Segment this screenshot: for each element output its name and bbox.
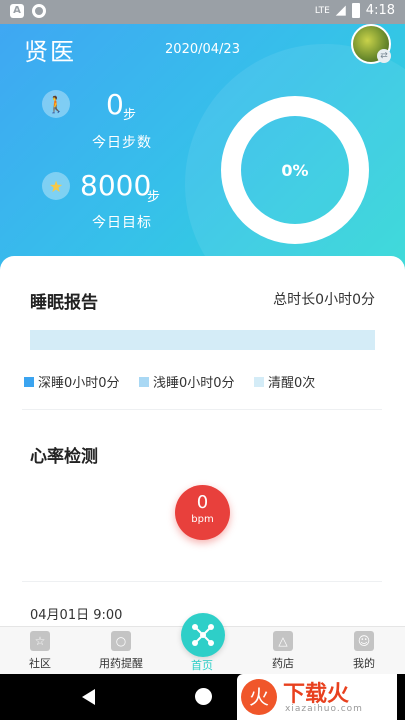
battery-icon (351, 3, 360, 18)
steps-label: 今日步数 (92, 135, 152, 151)
divider (22, 409, 382, 410)
signal-icon: ◢ (335, 3, 346, 18)
goal-value: 8000 (80, 169, 152, 202)
nav-item-profile[interactable]: ☺ 我的 (324, 631, 404, 671)
clock: 4:18 (365, 3, 395, 18)
legend-label: 清醒0次 (268, 376, 316, 391)
home-hub-icon (192, 624, 214, 646)
walking-icon: 🚶 (42, 90, 70, 118)
store-icon: △ (273, 631, 293, 651)
nav-item-pharmacy[interactable]: △ 药店 (243, 631, 323, 671)
legend-label: 浅睡0小时0分 (153, 376, 235, 391)
heart-rate-unit: bpm (191, 514, 214, 525)
nav-label: 用药提醒 (99, 657, 143, 670)
record-time: 04月01日 9:00 (30, 608, 123, 623)
steps-value: 0 (106, 88, 124, 121)
awake-swatch (254, 376, 264, 387)
nav-label: 我的 (353, 657, 375, 670)
watermark-url: xiazaihuo.com (285, 704, 363, 714)
legend-label: 深睡0小时0分 (38, 376, 120, 391)
health-card: 睡眠报告 总时长0小时0分 深睡0小时0分 浅睡0小时0分 清醒0次 心率检测 … (0, 256, 405, 636)
nav-item-community[interactable]: ☆ 社区 (0, 631, 80, 671)
divider (22, 581, 382, 582)
app-notification-icon: A (10, 4, 24, 18)
system-home-icon[interactable] (195, 688, 212, 705)
progress-ring: 0% (221, 96, 369, 244)
back-icon[interactable] (82, 689, 95, 705)
legend-awake: 清醒0次 (254, 372, 315, 391)
progress-percent: 0% (281, 160, 309, 180)
current-date: 2020/04/23 (165, 42, 240, 57)
status-bar: A LTE ◢ 4:18 (0, 0, 405, 275)
sleep-report-title: 睡眠报告 (30, 293, 98, 313)
heart-rate-button[interactable]: 0 bpm (175, 485, 230, 540)
legend-deep-sleep: 深睡0小时0分 (24, 372, 120, 391)
sleep-total-duration: 总时长0小时0分 (273, 292, 375, 308)
deep-sleep-swatch (24, 376, 34, 387)
dashboard-header: 贤医 2020/04/23 ⇄ 🚶 0 步 今日步数 ★ 8000 步 今日目标… (0, 24, 405, 274)
heart-rate-value: 0 (196, 492, 209, 513)
steps-unit: 步 (123, 108, 137, 123)
profile-icon: ☺ (354, 631, 374, 651)
goal-label: 今日目标 (92, 215, 152, 231)
pill-icon: ○ (111, 631, 131, 651)
light-sleep-swatch (139, 376, 149, 387)
heart-rate-title: 心率检测 (30, 447, 98, 467)
nav-label: 社区 (29, 657, 51, 670)
nav-label: 首页 (191, 659, 213, 672)
home-icon[interactable] (181, 613, 225, 657)
sync-notification-icon (32, 4, 46, 18)
star-icon: ☆ (30, 631, 50, 651)
switch-account-icon[interactable]: ⇄ (377, 49, 391, 63)
star-icon: ★ (42, 172, 70, 200)
goal-unit: 步 (147, 190, 161, 205)
network-type: LTE (314, 5, 330, 16)
legend-light-sleep: 浅睡0小时0分 (139, 372, 235, 391)
watermark: 火 下载火 xiazaihuo.com (237, 674, 397, 720)
bottom-nav: ☆ 社区 ○ 用药提醒 首页 △ 药店 ☺ 我的 (0, 613, 405, 674)
fire-logo-icon: 火 (241, 679, 277, 715)
sleep-bar (30, 330, 375, 350)
nav-item-medication-reminder[interactable]: ○ 用药提醒 (81, 631, 161, 671)
nav-label: 药店 (272, 657, 294, 670)
